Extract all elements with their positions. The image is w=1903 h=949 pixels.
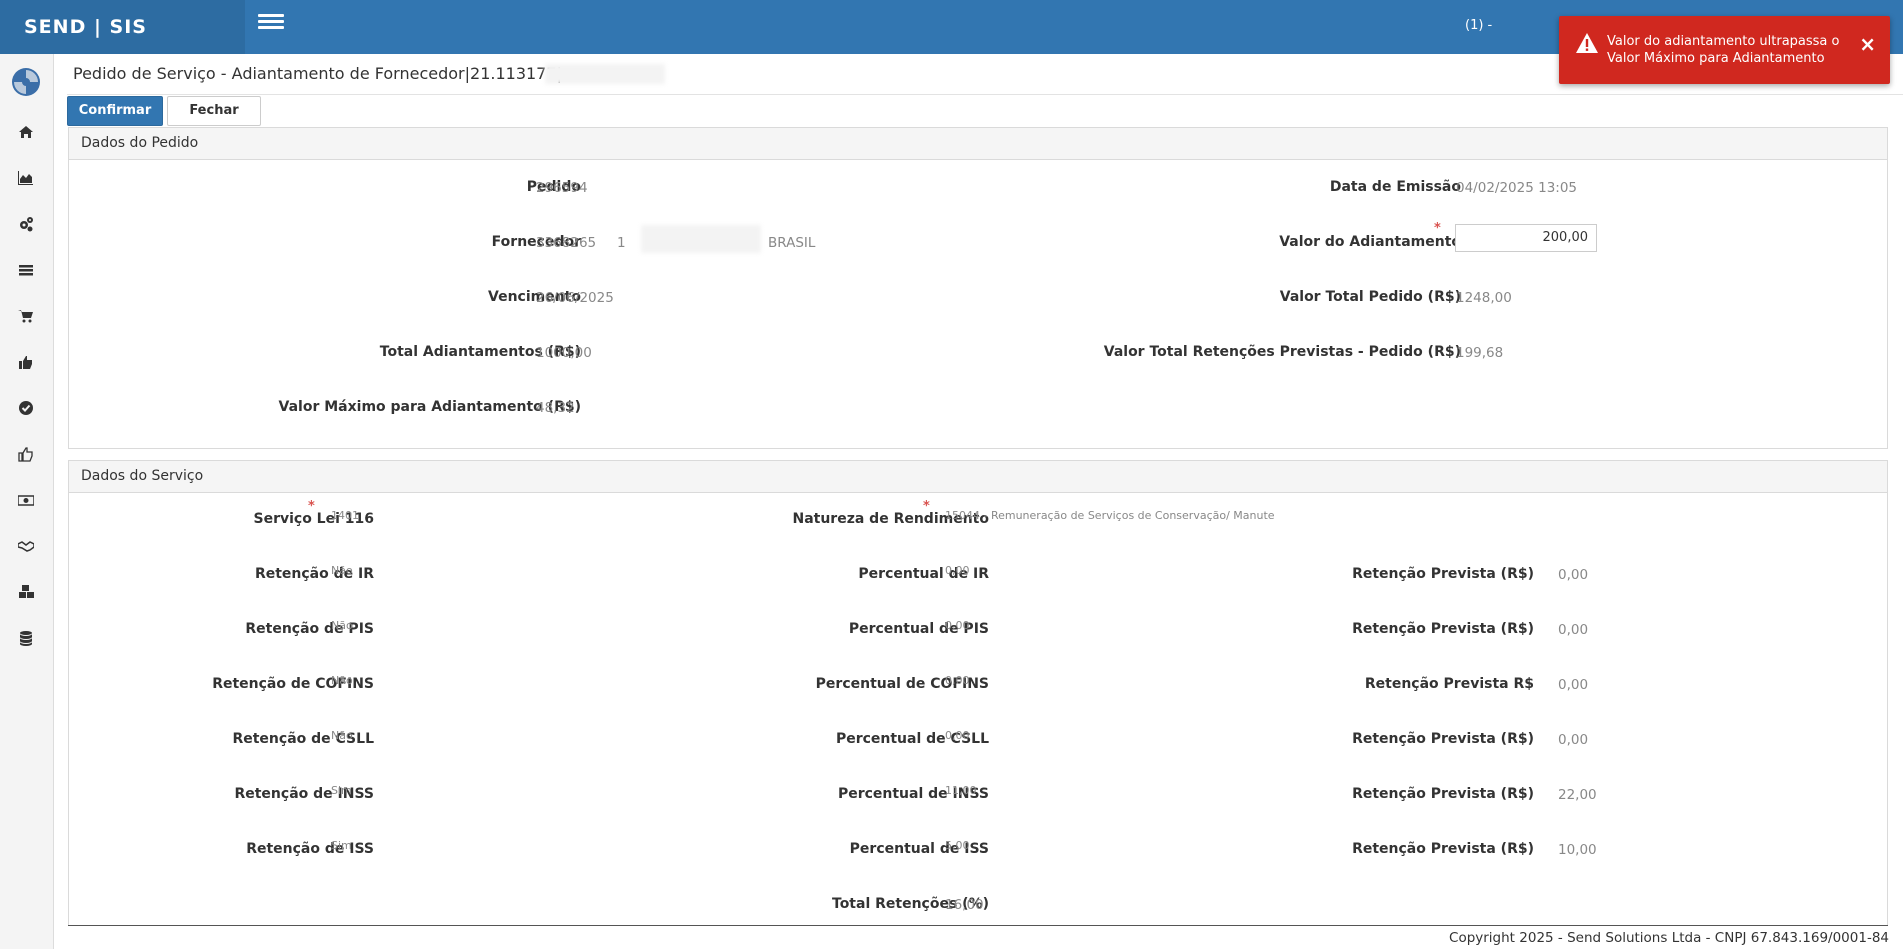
service-panel-heading: Dados do Serviço (69, 461, 1887, 493)
redacted-supplier-field (641, 225, 761, 253)
retencoes-previstas-value: 199,68 (1456, 345, 1504, 361)
total-retencoes-value: 16,00 (945, 897, 984, 913)
close-icon[interactable]: × (1859, 32, 1876, 56)
retencao-prevista-pis-label: Retenção Prevista (R$) (1352, 621, 1534, 637)
required-marker: * (923, 499, 930, 514)
percentual-inss-value: 11,00 (945, 784, 977, 797)
required-marker: * (308, 499, 315, 514)
sidebar (0, 54, 54, 949)
brand-logo[interactable]: SEND | SIS (0, 0, 245, 54)
warning-icon (1576, 33, 1598, 53)
menu-toggle-icon[interactable] (258, 14, 284, 36)
retencao-prevista-iss-value: 10,00 (1558, 842, 1597, 858)
shopping-cart-icon[interactable] (16, 306, 36, 326)
retencao-ir-label: Retenção de IR (254, 566, 374, 582)
retencao-pis-value: Não (331, 619, 353, 632)
user-indicator[interactable]: (1) - (1465, 18, 1492, 33)
retencao-prevista-ir-value: 0,00 (1558, 567, 1589, 583)
fornecedor-code: 3368265 (536, 235, 597, 251)
pedido-value: 296594 (536, 180, 588, 196)
total-adiantamentos-value: 1000,00 (536, 345, 592, 361)
check-circle-icon[interactable] (16, 398, 36, 418)
retencao-prevista-iss-label: Retenção Prevista (R$) (1352, 841, 1534, 857)
percentual-cofins-value: 0,00 (945, 674, 970, 687)
retencao-prevista-cofins-label: Retenção Prevista R$ (1364, 676, 1534, 692)
valor-total-pedido-value: 1248,00 (1456, 290, 1512, 306)
thumbs-up-outline-icon[interactable] (16, 444, 36, 464)
retencao-pis-label: Retenção de PIS (245, 621, 374, 637)
area-chart-icon[interactable] (16, 168, 36, 188)
footer-divider (68, 925, 1888, 926)
page-title: Pedido de Serviço - Adiantamento de Forn… (73, 64, 562, 83)
fornecedor-country: BRASIL (768, 235, 816, 251)
order-panel-heading: Dados do Pedido (69, 128, 1887, 160)
valor-total-pedido-label: Valor Total Pedido (R$) (1279, 289, 1461, 305)
order-panel: Dados do Pedido Pedido 296594 Fornecedor… (68, 127, 1888, 449)
money-icon[interactable] (16, 490, 36, 510)
percentual-ir-value: 0,00 (945, 564, 970, 577)
valor-adiantamento-label: Valor do Adiantamento (1279, 234, 1461, 250)
required-marker: * (1434, 221, 1441, 236)
data-emissao-value: 04/02/2025 13:05 (1456, 180, 1578, 196)
handshake-icon[interactable] (16, 536, 36, 556)
retencao-iss-value: Sim (331, 839, 352, 852)
fornecedor-seq: 1 (617, 235, 626, 251)
retencao-csll-value: Não (331, 729, 353, 742)
percentual-pis-value: 0,00 (945, 619, 970, 632)
retencao-iss-label: Retenção de ISS (246, 841, 374, 857)
valor-maximo-value: 48,32 (536, 400, 575, 416)
close-button[interactable]: Fechar (167, 96, 261, 126)
toast-message: Valor do adiantamento ultrapassa o Valor… (1607, 34, 1840, 66)
company-logo-icon (12, 68, 40, 96)
database-icon[interactable] (16, 628, 36, 648)
redacted-supplier-name (545, 64, 665, 84)
error-toast: Valor do adiantamento ultrapassa o Valor… (1559, 16, 1890, 84)
data-emissao-label: Data de Emissão (1329, 179, 1461, 195)
confirm-button[interactable]: Confirmar (67, 96, 163, 126)
retencao-prevista-csll-label: Retenção Prevista (R$) (1352, 731, 1534, 747)
retencao-prevista-csll-value: 0,00 (1558, 732, 1589, 748)
retencao-prevista-cofins-value: 0,00 (1558, 677, 1589, 693)
retencao-inss-value: Sim (331, 784, 352, 797)
valor-adiantamento-input[interactable]: 200,00 (1455, 224, 1597, 252)
cogs-icon[interactable] (16, 214, 36, 234)
retencao-inss-label: Retenção de INSS (234, 786, 374, 802)
retencao-prevista-pis-value: 0,00 (1558, 622, 1589, 638)
home-icon[interactable] (16, 122, 36, 142)
percentual-iss-value: 5,00 (945, 839, 970, 852)
retencao-cofins-value: Não (331, 674, 353, 687)
retencoes-previstas-label: Valor Total Retenções Previstas - Pedido… (1103, 344, 1461, 360)
retencao-prevista-inss-label: Retenção Prevista (R$) (1352, 786, 1534, 802)
cubes-icon[interactable] (16, 582, 36, 602)
title-divider (67, 94, 1903, 95)
thumbs-up-icon[interactable] (16, 352, 36, 372)
retencao-ir-value: Não (331, 564, 353, 577)
percentual-csll-value: 0,00 (945, 729, 970, 742)
list-icon[interactable] (16, 260, 36, 280)
retencao-prevista-ir-label: Retenção Prevista (R$) (1352, 566, 1534, 582)
vencimento-value: 26/06/2025 (536, 290, 614, 306)
service-panel: Dados do Serviço Serviço Lei 116 * 1401 … (68, 460, 1888, 926)
retencao-prevista-inss-value: 22,00 (1558, 787, 1597, 803)
natureza-rendimento-value: 15044 - Remuneração de Serviços de Conse… (945, 509, 1275, 522)
footer-copyright: Copyright 2025 - Send Solutions Ltda - C… (1449, 930, 1889, 946)
servico-lei-value: 1401 (331, 509, 359, 522)
